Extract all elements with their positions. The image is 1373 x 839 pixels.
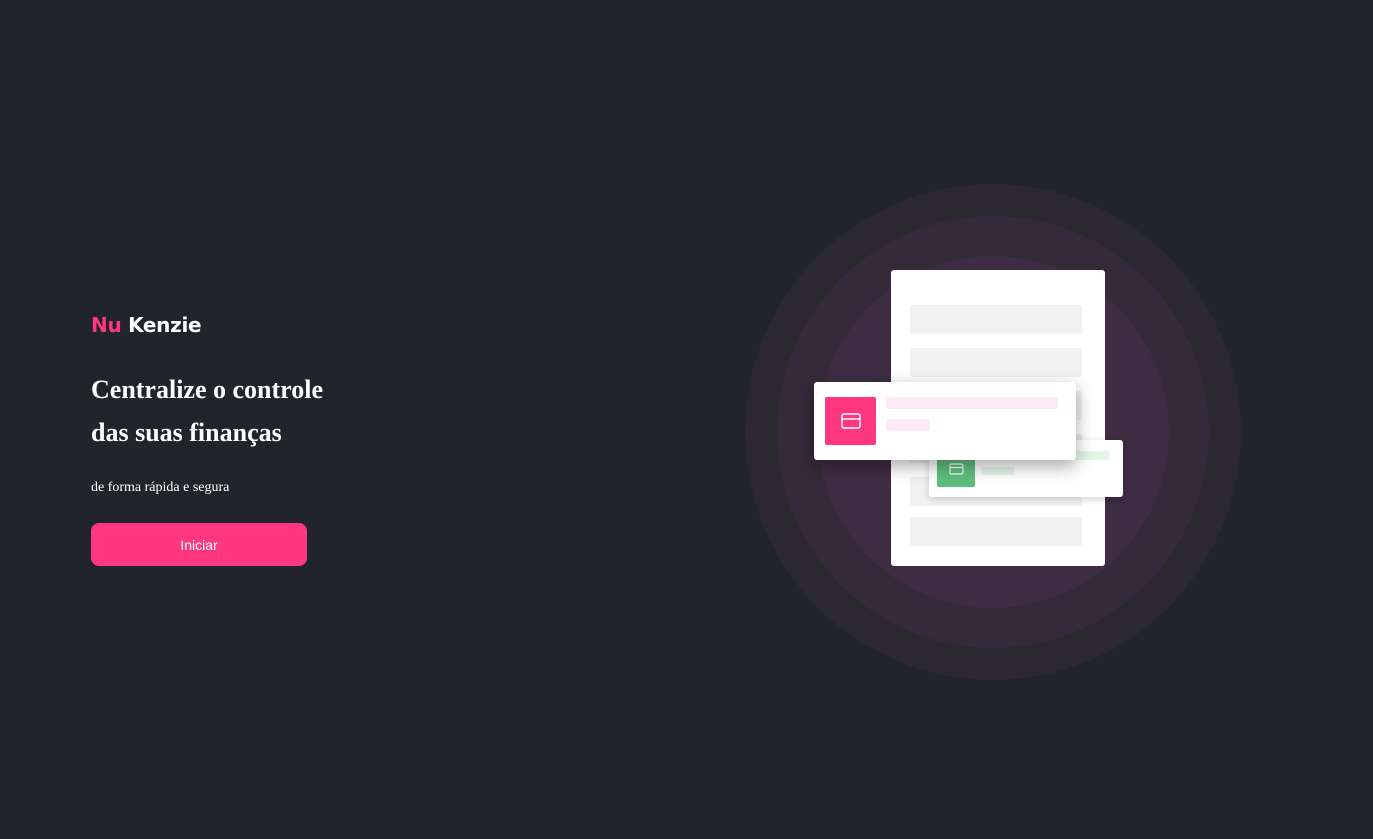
logo: Nu Kenzie [91,312,411,338]
landing-page: Nu Kenzie Centralize o controle das suas… [0,0,1373,839]
intro-section: Nu Kenzie Centralize o controle das suas… [91,312,411,566]
headline-line-1: Centralize o controle [91,375,323,404]
placeholder-bar [886,397,1058,409]
headline-line-2: das suas finanças [91,418,282,447]
document-line [910,348,1082,377]
start-button[interactable]: Iniciar [91,523,307,566]
credit-card-icon [840,413,861,429]
entry-card-expense [814,382,1076,460]
placeholder-bar [886,419,930,431]
hero-illustration [745,184,1241,680]
tagline: de forma rápida e segura [91,480,230,495]
logo-nu: Nu [91,313,122,337]
document-line [910,517,1082,546]
document-line [910,305,1082,334]
expense-badge [825,397,876,445]
placeholder-bar [981,467,1014,475]
headline: Centralize o controle das suas finanças [91,368,391,454]
credit-card-icon [948,463,964,475]
logo-kenzie: Kenzie [128,313,202,337]
